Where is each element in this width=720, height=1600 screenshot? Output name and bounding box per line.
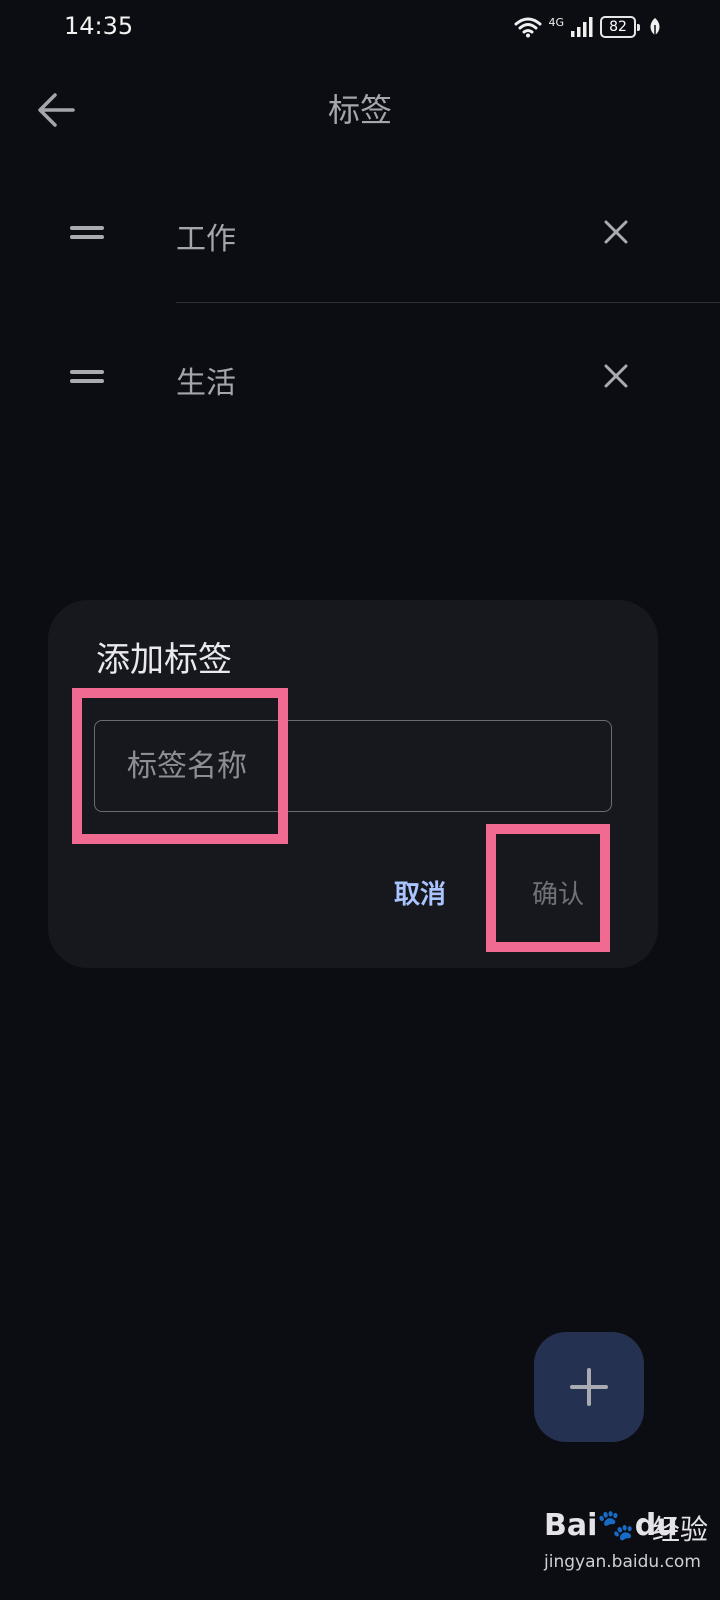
signal-icon — [571, 17, 593, 37]
leaf-icon — [650, 18, 660, 35]
status-time: 14:35 — [64, 12, 134, 40]
battery-icon: 82 — [600, 16, 640, 38]
add-tag-dialog: 添加标签 取消 确认 — [48, 600, 658, 968]
cancel-button[interactable]: 取消 — [362, 856, 478, 928]
wifi-icon — [514, 17, 542, 38]
drag-handle-icon[interactable] — [70, 226, 104, 240]
battery-level: 82 — [609, 19, 627, 35]
status-icons: 4G 82 — [514, 12, 662, 42]
delete-tag-button[interactable] — [592, 352, 640, 400]
baidu-jingyan-watermark: Bai🐾du 经验 jingyan.baidu.com — [540, 1490, 710, 1590]
close-icon — [604, 220, 628, 244]
screen: 14:35 4G 82 标签 工作 生活 添加标签 标签名称 取消 确认 Bai… — [0, 0, 720, 1600]
drag-handle-icon[interactable] — [70, 370, 104, 384]
dialog-title: 添加标签 — [96, 640, 232, 680]
close-icon — [604, 364, 628, 388]
tag-row[interactable]: 工作 — [0, 172, 720, 303]
row-divider — [176, 302, 720, 303]
add-tag-fab[interactable] — [534, 1332, 644, 1442]
network-type: 4G — [548, 15, 564, 29]
tag-label: 工作 — [176, 222, 236, 257]
plus-icon — [570, 1368, 608, 1406]
paw-icon: 🐾 — [597, 1508, 635, 1543]
page-title: 标签 — [327, 91, 392, 129]
tag-row[interactable]: 生活 — [0, 316, 720, 436]
watermark-jingyan: 经验 — [652, 1513, 709, 1546]
delete-tag-button[interactable] — [592, 208, 640, 256]
watermark-url: jingyan.baidu.com — [544, 1552, 701, 1572]
tag-name-input[interactable] — [94, 720, 612, 812]
tag-label: 生活 — [176, 366, 236, 401]
status-bar: 14:35 4G 82 — [0, 0, 720, 56]
confirm-button[interactable]: 确认 — [500, 856, 616, 928]
